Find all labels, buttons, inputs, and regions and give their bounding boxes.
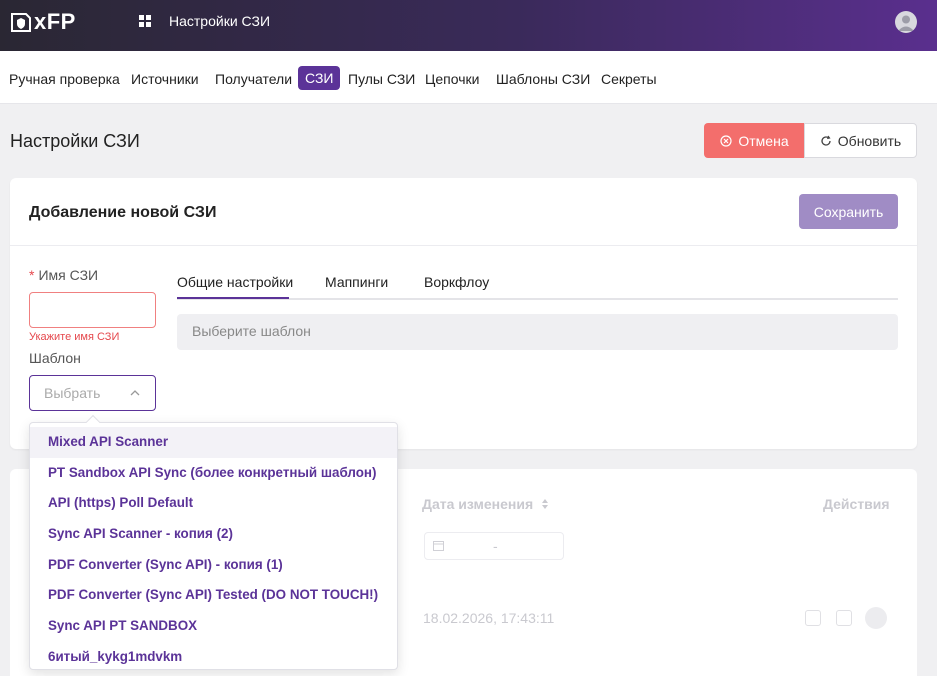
name-field-label-text: Имя СЗИ: [38, 267, 99, 283]
calendar-icon: [433, 541, 444, 551]
nav-item-szi-templates[interactable]: Шаблоны СЗИ: [496, 67, 590, 91]
nav-item-szi[interactable]: СЗИ: [298, 66, 341, 90]
nav-item-secrets[interactable]: Секреты: [601, 67, 657, 91]
dropdown-option[interactable]: 6итый_kykg1mdvkm: [30, 642, 397, 673]
column-header-actions: Действия: [823, 496, 890, 512]
cancel-circle-icon: [720, 134, 732, 147]
dropdown-option[interactable]: Sync API Scanner - копия (2): [30, 519, 397, 550]
date-range-separator: -: [493, 538, 498, 554]
sort-icon[interactable]: [541, 498, 549, 510]
dropdown-option[interactable]: Sync API PT SANDBOX: [30, 611, 397, 642]
date-range-filter[interactable]: -: [424, 532, 564, 560]
template-dropdown-menu: Mixed API Scanner PT Sandbox API Sync (б…: [29, 414, 398, 673]
dropdown-option[interactable]: PDF Converter (Sync API) - копия (1): [30, 550, 397, 581]
refresh-icon: [821, 135, 831, 146]
name-input[interactable]: [29, 292, 156, 328]
card-header: Добавление новой СЗИ Сохранить: [10, 178, 917, 246]
new-szi-card: Добавление новой СЗИ Сохранить * Имя СЗИ …: [10, 178, 917, 449]
edit-icon[interactable]: [836, 610, 852, 626]
tab-workflow[interactable]: Воркфлоу: [424, 274, 489, 290]
refresh-button[interactable]: Обновить: [804, 123, 917, 158]
section-nav: Ручная проверка Источники Получатели СЗИ…: [0, 51, 937, 104]
column-header-date[interactable]: Дата изменения: [422, 496, 533, 512]
shield-logo-icon: [11, 13, 31, 32]
template-field-label: Шаблон: [29, 350, 81, 366]
template-choose-box[interactable]: Выберите шаблон: [177, 314, 898, 350]
refresh-button-label: Обновить: [837, 132, 902, 149]
nav-item-sources[interactable]: Источники: [131, 67, 199, 91]
tab-mappings[interactable]: Маппинги: [325, 274, 388, 290]
app-title[interactable]: Настройки СЗИ: [169, 13, 270, 29]
logo-text: xFP: [34, 9, 76, 34]
template-select-placeholder: Выбрать: [44, 385, 101, 401]
nav-item-recipients[interactable]: Получатели: [215, 67, 292, 91]
user-avatar-icon[interactable]: [895, 11, 917, 33]
required-asterisk: *: [29, 267, 35, 283]
name-error-text: Укажите имя СЗИ: [29, 331, 120, 343]
tab-general-settings[interactable]: Общие настройки: [177, 274, 293, 290]
active-tab-indicator: [177, 297, 289, 299]
dropdown-option[interactable]: API (https) Poll Default: [30, 488, 397, 519]
page-title: Настройки СЗИ: [10, 131, 140, 151]
delete-icon[interactable]: [865, 607, 887, 629]
name-field-label: * Имя СЗИ: [29, 267, 98, 283]
cancel-button[interactable]: Отмена: [704, 123, 805, 158]
nav-item-manual-check[interactable]: Ручная проверка: [9, 67, 120, 91]
form-tabs: Общие настройки Маппинги Воркфлоу: [177, 266, 898, 300]
nav-item-szi-pools[interactable]: Пулы СЗИ: [348, 67, 415, 91]
dropdown-option[interactable]: PT Sandbox API Sync (более конкретный ша…: [30, 458, 397, 489]
template-select[interactable]: Выбрать: [29, 375, 156, 411]
cancel-button-label: Отмена: [738, 132, 789, 149]
top-header: xFP Настройки СЗИ: [0, 0, 937, 51]
apps-grid-icon[interactable]: [139, 15, 151, 27]
logo[interactable]: xFP: [10, 9, 76, 34]
template-choose-placeholder: Выберите шаблон: [192, 323, 311, 339]
chevron-up-icon: [130, 390, 140, 396]
nav-item-chains[interactable]: Цепочки: [425, 67, 479, 91]
dropdown-option[interactable]: Mixed API Scanner: [30, 427, 397, 458]
save-button[interactable]: Сохранить: [799, 194, 898, 229]
card-title: Добавление новой СЗИ: [29, 204, 217, 221]
dropdown-option[interactable]: PDF Converter (Sync API) Tested (DO NOT …: [30, 580, 397, 611]
copy-icon[interactable]: [805, 610, 821, 626]
row-modified-date: 18.02.2026, 17:43:11: [423, 610, 555, 626]
